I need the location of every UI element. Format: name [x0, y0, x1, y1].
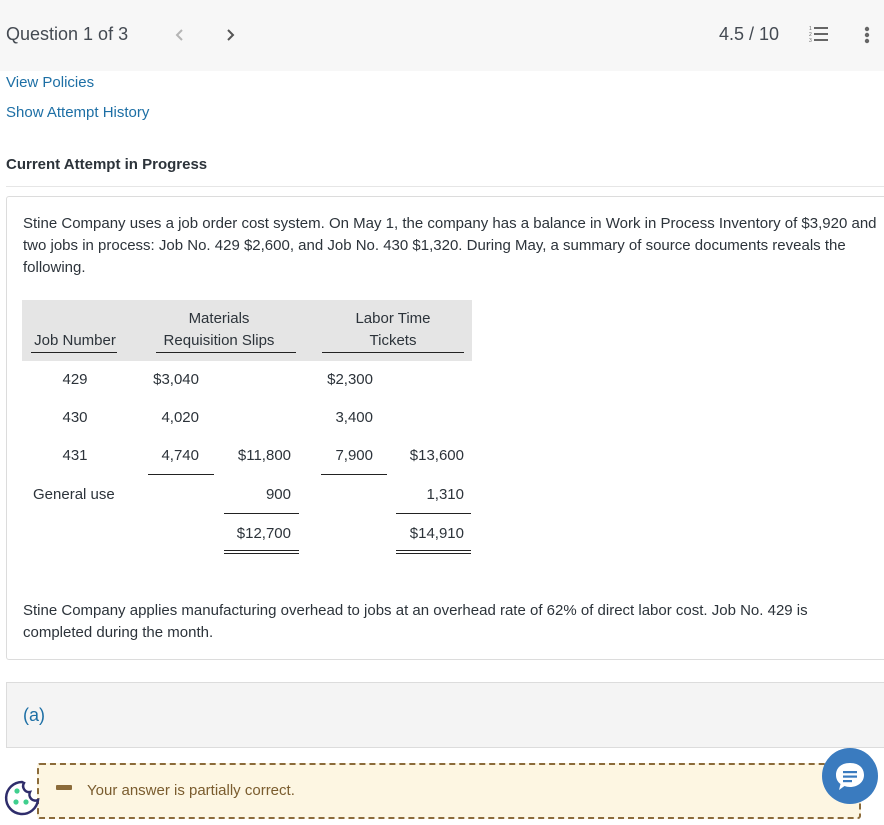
- total-underline: [396, 513, 471, 514]
- feedback-text: Your answer is partially correct.: [87, 782, 295, 799]
- chevron-right-icon: [227, 29, 235, 41]
- header-materials-line2: Requisition Slips: [163, 332, 275, 349]
- answer-feedback-banner: Your answer is partially correct.: [37, 763, 861, 819]
- question-card: Stine Company uses a job order cost syst…: [6, 196, 884, 660]
- cell-materials-grand-total: $12,700: [236, 525, 291, 542]
- total-underline: [224, 513, 299, 514]
- header-labor-line2: Tickets: [369, 332, 417, 349]
- header-underline: [156, 352, 296, 353]
- more-vertical-icon: [864, 26, 870, 44]
- previous-question-button[interactable]: [170, 22, 190, 48]
- top-bar: Question 1 of 3 4.5 / 10 1 2 3: [0, 0, 884, 71]
- show-attempt-history-link[interactable]: Show Attempt History: [6, 103, 149, 123]
- header-labor-line1: Labor Time: [355, 310, 431, 327]
- cell-job: 429: [62, 371, 88, 388]
- chevron-left-icon: [175, 29, 183, 41]
- cell-materials: 4,740: [161, 447, 199, 464]
- question-outro-text: Stine Company applies manufacturing over…: [23, 602, 808, 641]
- attempt-status-heading: Current Attempt in Progress: [6, 156, 208, 173]
- subtotal-underline: [321, 474, 387, 475]
- chat-help-button[interactable]: [822, 748, 878, 804]
- header-job-number: Job Number: [34, 332, 116, 349]
- cell-job: 431: [62, 447, 88, 464]
- score-display: 4.5 / 10: [719, 24, 780, 44]
- cell-job: 430: [62, 409, 88, 426]
- question-list-button[interactable]: 1 2 3: [809, 24, 833, 46]
- cookie-icon: [4, 780, 40, 816]
- divider: [6, 186, 884, 187]
- cell-materials: 4,020: [161, 409, 199, 426]
- more-options-button[interactable]: [860, 22, 874, 48]
- cell-labor-grand-total: $14,910: [409, 525, 464, 542]
- cell-materials-total: 900: [265, 486, 291, 503]
- cell-labor: $2,300: [327, 371, 373, 388]
- view-policies-link[interactable]: View Policies: [6, 73, 94, 93]
- cell-materials: $3,040: [153, 371, 199, 388]
- part-a-header[interactable]: (a): [6, 682, 884, 748]
- question-counter: Question 1 of 3: [6, 24, 129, 44]
- cell-labor-total: 1,310: [426, 486, 464, 503]
- chat-bubble-icon: [836, 763, 864, 790]
- cell-labor-total: $13,600: [409, 447, 464, 464]
- part-label: (a): [23, 705, 45, 725]
- cell-labor: 3,400: [335, 409, 373, 426]
- next-question-button[interactable]: [221, 22, 241, 48]
- cell-labor: 7,900: [335, 447, 373, 464]
- subtotal-underline: [148, 474, 214, 475]
- svg-text:3: 3: [809, 38, 812, 44]
- question-intro-text: Stine Company uses a job order cost syst…: [23, 215, 877, 276]
- header-materials-line1: Materials: [188, 310, 250, 327]
- header-underline: [322, 352, 464, 353]
- double-underline: [224, 550, 299, 554]
- header-underline: [31, 352, 117, 353]
- cookie-settings-button[interactable]: [2, 778, 42, 818]
- cell-materials-total: $11,800: [237, 447, 291, 464]
- partial-correct-icon: [56, 785, 72, 790]
- cell-job: General use: [33, 486, 115, 503]
- double-underline: [396, 550, 471, 554]
- numbered-list-icon: 1 2 3: [809, 26, 828, 44]
